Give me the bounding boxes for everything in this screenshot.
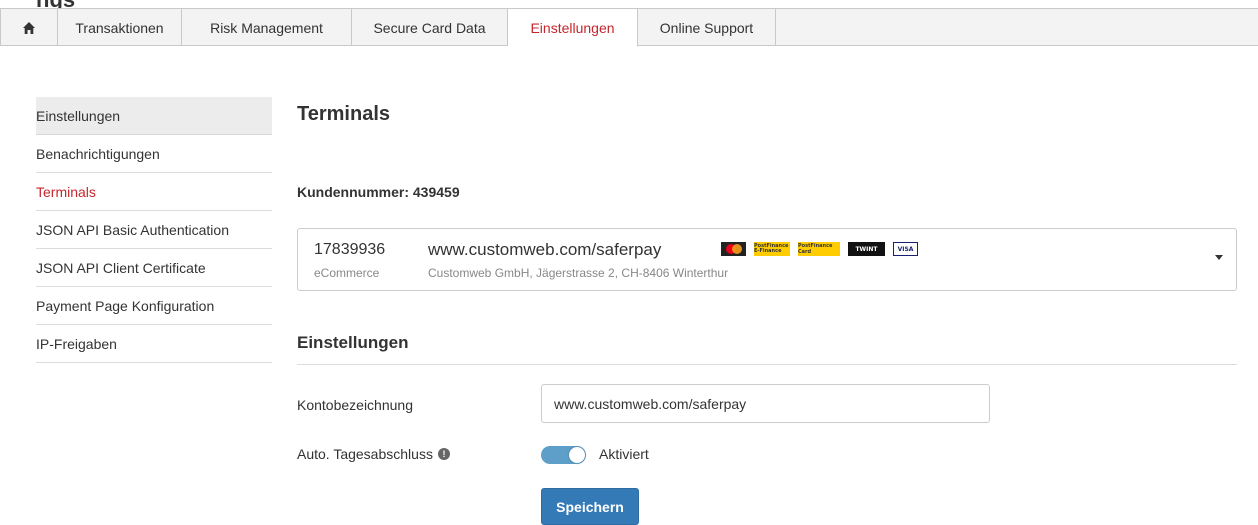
sidebar-item-json-api-client-cert[interactable]: JSON API Client Certificate [36, 249, 272, 287]
save-button[interactable]: Speichern [541, 488, 639, 525]
tab-label: Online Support [659, 19, 754, 36]
toggle-knob [569, 447, 585, 463]
terminal-id: 17839936 [314, 241, 386, 258]
sidebar-item-label: Benachrichtigungen [36, 145, 160, 162]
sidebar-item-payment-page-config[interactable]: Payment Page Konfiguration [36, 287, 272, 325]
sidebar-item-label: Terminals [36, 183, 96, 200]
settings-section-title: Einstellungen [297, 333, 409, 352]
payment-method-logos: PostFinance E-Finance PostFinance Card T… [721, 242, 918, 256]
terminal-dropdown[interactable]: 17839936 eCommerce www.customweb.com/saf… [297, 228, 1237, 291]
postfinance-card-icon: PostFinance Card [798, 242, 840, 256]
sidebar-header[interactable]: Einstellungen [36, 97, 272, 135]
sidebar-header-label: Einstellungen [36, 107, 121, 124]
tab-secure-card-data[interactable]: Secure Card Data [352, 9, 508, 46]
sidebar-item-json-api-basic-auth[interactable]: JSON API Basic Authentication [36, 211, 272, 249]
tab-label: Einstellungen [530, 19, 615, 36]
tab-label: Transaktionen [75, 19, 164, 36]
tab-home[interactable] [0, 9, 58, 46]
account-label: Kontobezeichnung [297, 397, 413, 413]
sidebar-item-benachrichtigungen[interactable]: Benachrichtigungen [36, 135, 272, 173]
terminal-address: Customweb GmbH, Jägerstrasse 2, CH-8406 … [428, 266, 729, 280]
top-navigation: Transaktionen Risk Management Secure Car… [0, 8, 1258, 47]
sidebar-item-label: JSON API Basic Authentication [36, 221, 229, 238]
toggle-state-label: Aktiviert [599, 446, 649, 462]
customer-number: Kundennummer: 439459 [297, 184, 460, 200]
page-title: Terminals [297, 103, 390, 125]
auto-close-toggle[interactable] [541, 446, 586, 464]
home-icon [23, 21, 35, 34]
mastercard-icon [721, 242, 746, 256]
tab-transaktionen[interactable]: Transaktionen [58, 9, 182, 46]
auto-close-label: Auto. Tagesabschluss [297, 446, 433, 462]
section-divider [297, 364, 1237, 365]
chevron-down-icon [1215, 255, 1223, 260]
account-name-input[interactable] [541, 384, 990, 423]
tab-online-support[interactable]: Online Support [638, 9, 776, 46]
twint-icon: TWINT [848, 242, 885, 256]
tab-risk-management[interactable]: Risk Management [182, 9, 352, 46]
sidebar-item-terminals[interactable]: Terminals [36, 173, 272, 211]
sidebar-item-label: JSON API Client Certificate [36, 259, 206, 276]
terminal-type: eCommerce [314, 266, 380, 280]
sidebar-item-ip-freigaben[interactable]: IP-Freigaben [36, 325, 272, 363]
terminal-url: www.customweb.com/saferpay [428, 240, 662, 259]
tab-label: Secure Card Data [373, 19, 486, 36]
sidebar-item-label: IP-Freigaben [36, 335, 117, 352]
tab-label: Risk Management [210, 19, 323, 36]
sidebar-item-label: Payment Page Konfiguration [36, 297, 215, 314]
info-icon[interactable]: ! [437, 448, 450, 460]
auto-close-label-group: Auto. Tagesabschluss ! [297, 446, 450, 462]
settings-sidebar: Einstellungen Benachrichtigungen Termina… [36, 97, 272, 363]
postfinance-efinance-icon: PostFinance E-Finance [754, 242, 790, 256]
tab-einstellungen[interactable]: Einstellungen [508, 9, 638, 47]
visa-icon: VISA [893, 242, 918, 256]
